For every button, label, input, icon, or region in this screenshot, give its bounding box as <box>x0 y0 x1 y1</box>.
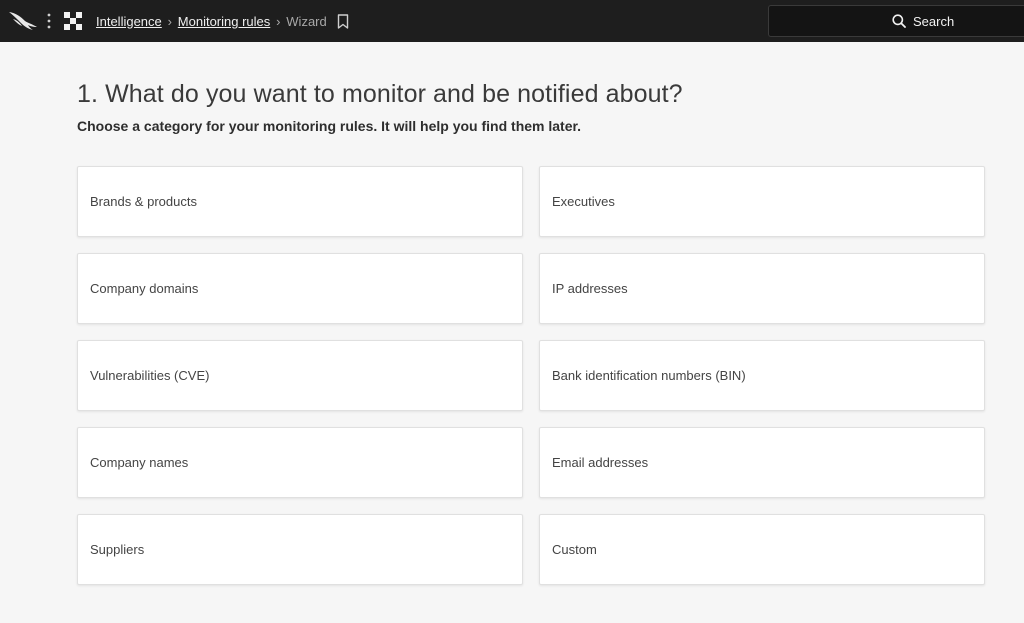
search-icon <box>892 14 906 28</box>
top-navigation-bar: Intelligence › Monitoring rules › Wizard… <box>0 0 1024 42</box>
search-button[interactable]: Search <box>768 5 1024 37</box>
breadcrumb-intelligence[interactable]: Intelligence <box>96 14 162 29</box>
app-switcher-icon[interactable] <box>63 11 83 31</box>
category-card-vulnerabilities[interactable]: Vulnerabilities (CVE) <box>77 340 523 411</box>
breadcrumb-monitoring-rules[interactable]: Monitoring rules <box>178 14 271 29</box>
breadcrumb-wizard: Wizard <box>286 13 327 29</box>
category-card-custom[interactable]: Custom <box>539 514 985 585</box>
category-card-email-addresses[interactable]: Email addresses <box>539 427 985 498</box>
falcon-logo-icon[interactable] <box>8 9 38 31</box>
category-card-suppliers[interactable]: Suppliers <box>77 514 523 585</box>
kebab-menu-icon[interactable] <box>46 12 52 30</box>
category-card-brands-products[interactable]: Brands & products <box>77 166 523 237</box>
category-grid: Brands & products Executives Company dom… <box>77 166 985 585</box>
chevron-right-icon: › <box>276 13 281 29</box>
page-title: 1. What do you want to monitor and be no… <box>77 80 683 108</box>
category-card-company-domains[interactable]: Company domains <box>77 253 523 324</box>
category-card-executives[interactable]: Executives <box>539 166 985 237</box>
category-card-bank-identification-numbers[interactable]: Bank identification numbers (BIN) <box>539 340 985 411</box>
page-subtitle: Choose a category for your monitoring ru… <box>77 118 582 134</box>
category-card-ip-addresses[interactable]: IP addresses <box>539 253 985 324</box>
breadcrumb: Intelligence › Monitoring rules › Wizard <box>96 0 349 42</box>
chevron-right-icon: › <box>167 13 172 29</box>
bookmark-icon[interactable] <box>337 13 349 29</box>
search-label: Search <box>913 13 955 29</box>
category-card-company-names[interactable]: Company names <box>77 427 523 498</box>
